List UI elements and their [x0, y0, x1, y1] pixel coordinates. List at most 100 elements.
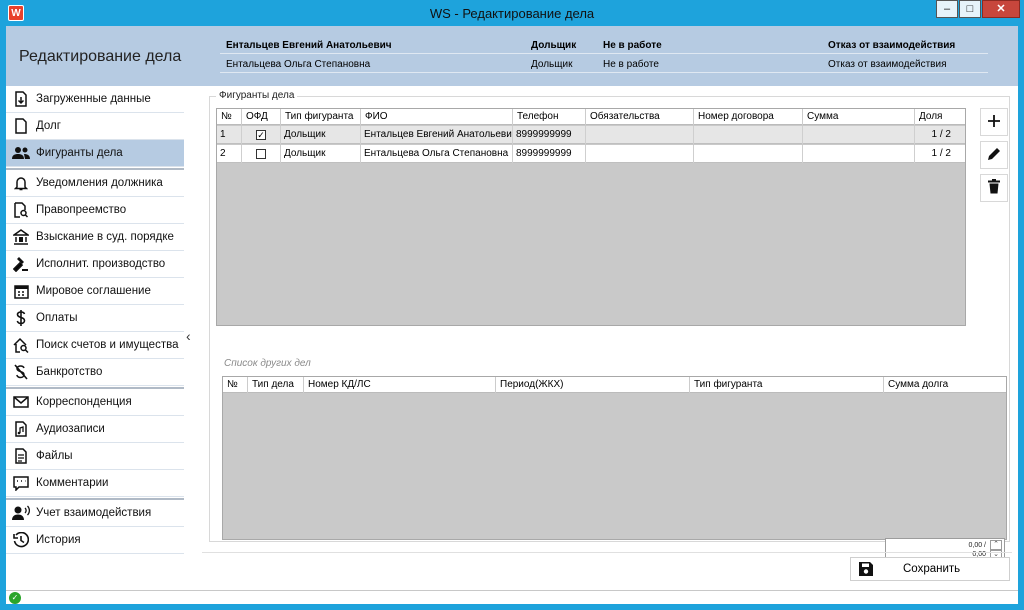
edit-participant-button[interactable] — [980, 141, 1008, 169]
header-debtor-interaction: Отказ от взаимодействия — [828, 59, 947, 70]
header-debtor-interaction: Отказ от взаимодействия — [828, 40, 956, 51]
cell-obligations — [586, 145, 694, 163]
sidebar-item-label: Долг — [36, 120, 61, 132]
column-header-fio[interactable]: ФИО — [361, 109, 513, 125]
column-header-share[interactable]: Доля — [915, 109, 965, 125]
sidebar-item-participants[interactable]: Фигуранты дела — [6, 140, 184, 167]
cell-sum — [803, 126, 915, 144]
sidebar-item-notifications[interactable]: Уведомления должника — [6, 170, 184, 197]
column-header-number[interactable]: № — [223, 377, 248, 393]
cell-share: 1 / 2 — [931, 148, 951, 159]
column-header-debt-sum[interactable]: Сумма долга — [884, 377, 1006, 393]
column-header-period[interactable]: Период(ЖКХ) — [496, 377, 690, 393]
cell-contract — [694, 126, 803, 144]
app-window: W WS - Редактирование дела – □ ✕ Редакти… — [0, 0, 1024, 610]
column-header-ofd[interactable]: ОФД — [242, 109, 281, 125]
trash-icon — [988, 179, 1000, 197]
header-debtor-role: Дольщик — [531, 40, 577, 51]
sidebar-item-succession[interactable]: Правопреемство — [6, 197, 184, 224]
save-button[interactable]: Сохранить — [850, 557, 1010, 581]
sidebar-item-files[interactable]: Файлы — [6, 443, 184, 470]
sidebar-item-label: Корреспонденция — [36, 396, 132, 408]
cell-number: 1 — [217, 126, 242, 144]
spin-up-button[interactable]: ⌃ — [990, 540, 1002, 550]
audio-file-icon — [6, 421, 36, 437]
maximize-button[interactable]: □ — [959, 0, 981, 18]
participants-grid-header: № ОФД Тип фигуранта ФИО Телефон Обязател… — [217, 109, 965, 125]
header-debtor-status: Не в работе — [603, 40, 662, 51]
column-header-phone[interactable]: Телефон — [513, 109, 586, 125]
sidebar-item-loaded-data[interactable]: Загруженные данные — [6, 86, 184, 113]
column-header-sum[interactable]: Сумма — [803, 109, 915, 125]
header-debtor-name: Ентальцев Евгений Анатольевич — [226, 40, 392, 51]
sidebar-item-interactions[interactable]: Учет взаимодействия — [6, 500, 184, 527]
file-download-icon — [6, 91, 36, 107]
main-content: Фигуранты дела № ОФД Тип фигуранта ФИО Т… — [206, 88, 1012, 562]
sidebar-item-label: Файлы — [36, 450, 73, 462]
status-bar: ✓ — [6, 590, 1018, 604]
bell-icon — [6, 175, 36, 191]
column-header-obligations[interactable]: Обязательства — [586, 109, 694, 125]
cell-share: 1 / 2 — [931, 129, 951, 140]
sidebar-item-settlement[interactable]: Мировое соглашение — [6, 278, 184, 305]
sidebar-item-court-recovery[interactable]: Взыскание в суд. порядке — [6, 224, 184, 251]
sidebar-item-label: Банкротство — [36, 366, 103, 378]
minimize-button[interactable]: – — [936, 0, 958, 18]
document-icon — [6, 118, 36, 134]
title-bar[interactable]: W WS - Редактирование дела – □ ✕ — [0, 0, 1024, 26]
ofd-checkbox[interactable]: ✓ — [256, 130, 266, 140]
sidebar-item-bankruptcy[interactable]: Банкротство — [6, 359, 184, 386]
client-area: Редактирование дела Ентальцев Евгений Ан… — [6, 26, 1018, 604]
sidebar-item-label: Уведомления должника — [36, 177, 163, 189]
cell-ofd: ✓ — [242, 126, 281, 144]
delete-participant-button[interactable] — [980, 174, 1008, 202]
sidebar-item-audio[interactable]: Аудиозаписи — [6, 416, 184, 443]
sidebar-item-label: Мировое соглашение — [36, 285, 151, 297]
column-header-case-type[interactable]: Тип дела — [248, 377, 304, 393]
gavel-icon — [6, 256, 36, 272]
person-voice-icon — [6, 505, 36, 521]
cell-type: Дольщик — [281, 145, 361, 163]
cell-sum — [803, 145, 915, 163]
sidebar-collapse-button[interactable]: ‹ — [186, 328, 191, 344]
footer-divider — [202, 552, 1012, 553]
sidebar-item-label: Исполнит. производство — [36, 258, 166, 270]
column-header-participant-type[interactable]: Тип фигуранта — [690, 377, 884, 393]
sidebar-item-label: История — [36, 534, 81, 546]
status-ok-icon: ✓ — [9, 592, 21, 604]
sidebar-item-correspondence[interactable]: Корреспонденция — [6, 389, 184, 416]
close-button[interactable]: ✕ — [982, 0, 1020, 18]
table-row[interactable]: 1 ✓ Дольщик Ентальцев Евгений Анатольеви… — [217, 126, 965, 144]
cell-contract — [694, 145, 803, 163]
column-header-number[interactable]: № — [217, 109, 242, 125]
sidebar-item-asset-search[interactable]: Поиск счетов и имущества — [6, 332, 184, 359]
column-header-type[interactable]: Тип фигуранта — [281, 109, 361, 125]
cell-phone: 8999999999 — [513, 145, 586, 163]
ofd-checkbox[interactable] — [256, 149, 266, 159]
window-title: WS - Редактирование дела — [429, 6, 595, 21]
comment-icon — [6, 475, 36, 491]
sidebar-item-history[interactable]: История — [6, 527, 184, 554]
cell-type: Дольщик — [281, 126, 361, 144]
column-header-account-number[interactable]: Номер КД/ЛС — [304, 377, 496, 393]
document-search-icon — [6, 202, 36, 218]
column-header-contract[interactable]: Номер договора — [694, 109, 803, 125]
sidebar-item-label: Комментарии — [36, 477, 109, 489]
sidebar-item-payments[interactable]: Оплаты — [6, 305, 184, 332]
people-icon — [6, 146, 36, 160]
no-dollar-icon — [6, 364, 36, 380]
other-cases-grid-header: № Тип дела Номер КД/ЛС Период(ЖКХ) Тип ф… — [223, 377, 1006, 393]
sidebar-item-label: Взыскание в суд. порядке — [36, 231, 174, 243]
sidebar-item-debt[interactable]: Долг — [6, 113, 184, 140]
sidebar-item-enforcement[interactable]: Исполнит. производство — [6, 251, 184, 278]
sidebar-item-label: Аудиозаписи — [36, 423, 105, 435]
sidebar-nav: Загруженные данные Долг Фигуранты дела У… — [6, 86, 184, 590]
participants-grid[interactable]: № ОФД Тип фигуранта ФИО Телефон Обязател… — [216, 108, 966, 326]
dollar-icon — [6, 310, 36, 326]
sidebar-item-comments[interactable]: Комментарии — [6, 470, 184, 497]
add-participant-button[interactable] — [980, 108, 1008, 136]
file-text-icon — [6, 448, 36, 464]
other-cases-grid[interactable]: № Тип дела Номер КД/ЛС Период(ЖКХ) Тип ф… — [222, 376, 1007, 540]
table-row[interactable]: 2 Дольщик Ентальцева Ольга Степановна 89… — [217, 145, 965, 163]
header-debtor-row: Ентальцева Ольга Степановна Дольщик Не в… — [220, 57, 988, 73]
